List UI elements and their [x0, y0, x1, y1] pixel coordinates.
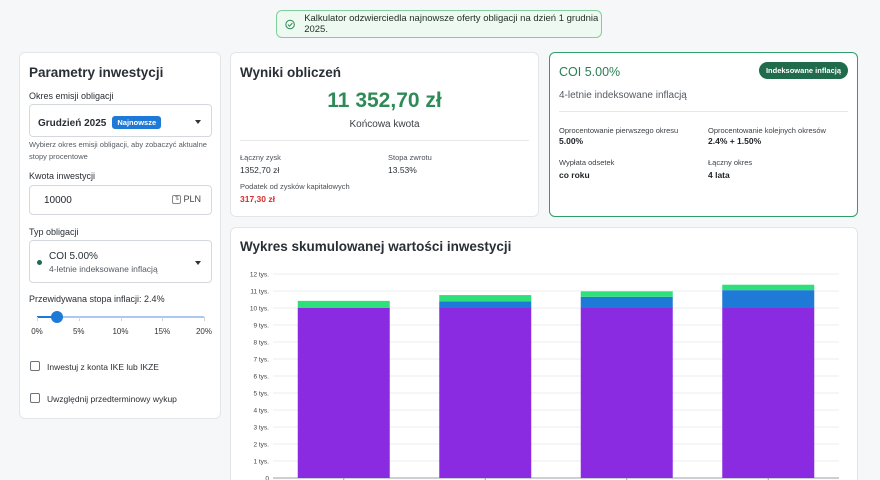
ike-label: Inwestuj z konta IKE lub IKZE: [47, 362, 159, 372]
issue-label: Okres emisji obligacji: [29, 91, 114, 101]
slider-tick-mark: [204, 317, 205, 321]
bar-segment: [439, 295, 532, 302]
type-label: Typ obligacji: [29, 227, 79, 237]
y-tick-label: 3 tys.: [253, 425, 269, 432]
y-tick-label: 11 tys.: [250, 289, 269, 296]
period-value: 4 lata: [708, 170, 730, 180]
dot-icon: [37, 260, 42, 265]
slider-tick-mark: [162, 317, 164, 321]
return-value: 13.53%: [388, 165, 417, 175]
bar-segment: [722, 308, 815, 478]
slider-tick-mark: [78, 317, 80, 321]
slider-tick-label: 15%: [154, 327, 171, 336]
ike-checkbox[interactable]: [30, 361, 40, 371]
tax-label: Podatek od zysków kapitałowych: [240, 182, 350, 191]
bar-segment: [439, 301, 532, 308]
y-tick-label: 0: [265, 476, 269, 480]
payout-value: co roku: [559, 170, 590, 180]
early-redemption-label: Uwzględnij przedterminowy wykup: [47, 394, 177, 404]
params-panel: Parametry inwestycji Okres emisji obliga…: [19, 52, 221, 419]
chevron-down-icon: [195, 261, 201, 265]
next-rate-label: Oprocentowanie kolejnych okresów: [708, 126, 826, 135]
amount-label: Kwota inwestycji: [29, 171, 96, 181]
bar-segment: [580, 296, 673, 308]
y-tick-label: 2 tys.: [253, 442, 269, 449]
issue-select[interactable]: Grudzień 2025 Najnowsze: [29, 104, 212, 137]
info-banner: Kalkulator odzwierciedla najnowsze ofert…: [276, 10, 602, 38]
final-amount: 11 352,70 zł: [327, 89, 442, 112]
bar-segment: [580, 291, 673, 297]
bar-segment: [297, 300, 390, 308]
bond-title: COI 5.00%: [559, 65, 621, 79]
return-label: Stopa zwrotu: [388, 153, 432, 162]
results-panel: Wyniki obliczeń 11 352,70 zł Końcowa kwo…: [230, 52, 539, 217]
y-tick-label: 8 tys.: [253, 340, 269, 347]
slider-tick-label: 10%: [112, 327, 129, 336]
amount-input[interactable]: 10000 ⇅ PLN: [29, 185, 212, 215]
next-rate-value: 2.4% + 1.50%: [708, 136, 762, 146]
bar-segment: [722, 284, 815, 291]
first-rate-value: 5.00%: [559, 136, 584, 146]
issue-hint: Wybierz okres emisji obligacji, aby zoba…: [29, 140, 207, 161]
slider-tick-label: 5%: [72, 327, 85, 336]
type-desc: 4-letnie indeksowane inflacją: [49, 264, 158, 274]
y-tick-label: 1 tys.: [253, 459, 269, 466]
latest-badge: Najnowsze: [112, 116, 162, 129]
amount-unit: ⇅ PLN: [172, 194, 201, 204]
divider: [559, 111, 848, 112]
slider-tick-mark: [37, 317, 38, 321]
slider-tick-label: 20%: [195, 327, 212, 336]
y-tick-label: 7 tys.: [253, 357, 269, 364]
bar-segment: [722, 290, 815, 308]
check-circle-icon: [285, 19, 295, 29]
tax-value: 317,30 zł: [240, 194, 275, 204]
cumulative-value-chart: 0 1 tys. 2 tys. 3 tys. 4 tys. 5 tys. 6 tys. 7 t…: [250, 272, 839, 480]
amount-unit-label: PLN: [183, 194, 201, 204]
slider-tick-label: 0%: [31, 327, 43, 336]
inflation-label: Przewidywana stopa inflacji: 2.4%: [29, 294, 165, 304]
issue-value: Grudzień 2025: [38, 118, 107, 129]
chart-panel: Wykres skumulowanej wartości inwestycji …: [230, 227, 858, 480]
y-tick-label: 12 tys.: [250, 272, 269, 279]
first-rate-label: Oprocentowanie pierwszego okresu: [559, 126, 679, 135]
y-tick-label: 4 tys.: [253, 408, 269, 415]
y-tick-label: 9 tys.: [253, 323, 269, 330]
slider-handle[interactable]: [51, 311, 64, 323]
y-tick-label: 10 tys.: [250, 306, 269, 313]
params-title: Parametry inwestycji: [29, 65, 164, 80]
bond-type-select[interactable]: COI 5.00% 4-letnie indeksowane inflacją: [29, 240, 212, 283]
amount-value: 10000: [44, 194, 72, 206]
slider-tick-mark: [120, 317, 122, 321]
bond-info-panel: COI 5.00% Indeksowane inflacją 4-letnie …: [549, 52, 858, 217]
final-amount-label: Końcowa kwota: [349, 119, 420, 130]
total-profit-label: Łączny zysk: [240, 153, 281, 162]
payout-label: Wypłata odsetek: [559, 158, 615, 167]
bar-segment: [580, 308, 673, 478]
y-tick-label: 5 tys.: [253, 391, 269, 398]
bond-subtitle: 4-letnie indeksowane inflacją: [559, 90, 687, 101]
total-profit-value: 1352,70 zł: [240, 165, 280, 175]
banner-text: Kalkulator odzwierciedla najnowsze ofert…: [304, 13, 599, 35]
bar-segment: [297, 308, 390, 478]
bond-badge: Indeksowane inflacją: [758, 62, 848, 79]
early-redemption-checkbox[interactable]: [30, 393, 40, 403]
divider: [240, 140, 529, 141]
chevron-down-icon: [195, 120, 201, 124]
y-tick-label: 6 tys.: [253, 374, 269, 381]
period-label: Łączny okres: [708, 158, 753, 167]
bar-segment: [439, 308, 532, 478]
results-title: Wyniki obliczeń: [240, 65, 342, 80]
type-value: COI 5.00%: [49, 251, 98, 262]
currency-icon: ⇅: [172, 194, 182, 204]
